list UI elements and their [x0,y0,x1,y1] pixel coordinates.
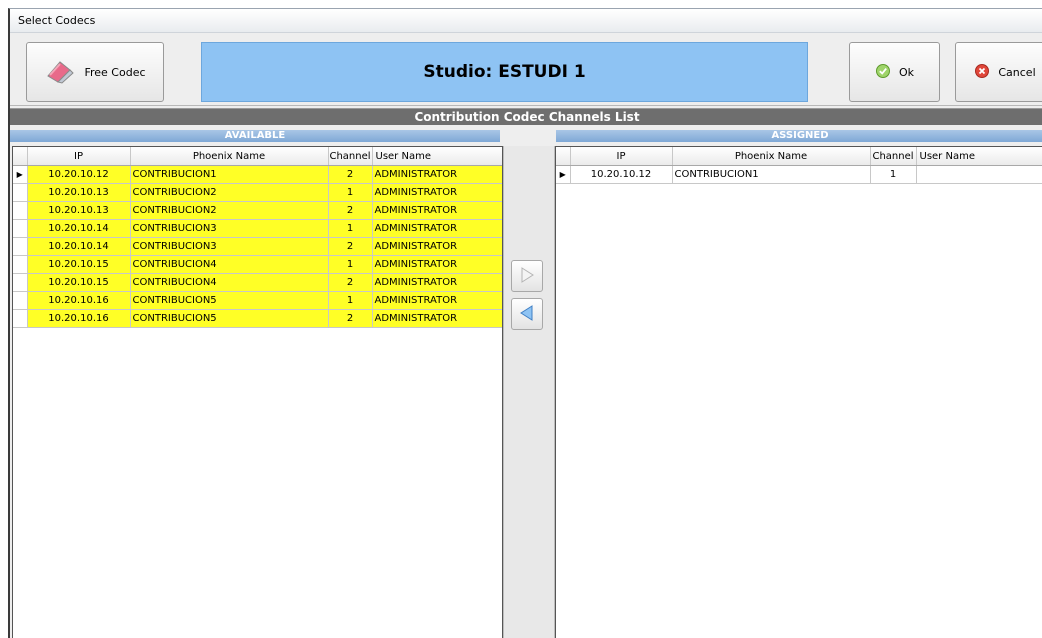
cell-user-name: ADMINISTRATOR [372,183,502,202]
cell-channel: 1 [328,255,373,274]
toolbar: Free Codec Studio: ESTUDI 1 Ok Cancel [10,33,1042,103]
cell-channel: 1 [328,219,373,238]
cell-phoenix-name: CONTRIBUCION5 [130,309,329,328]
column-header-user-name[interactable]: User Name [916,147,1042,166]
cell-phoenix-name: CONTRIBUCION2 [130,201,329,220]
free-codec-label: Free Codec [84,65,146,79]
studio-title: Studio: ESTUDI 1 [201,42,808,102]
row-pointer-icon: ▶ [13,165,28,184]
cell-channel: 2 [328,201,373,220]
cell-channel: 1 [328,183,373,202]
cell-phoenix-name: CONTRIBUCION1 [130,165,329,184]
row-selector-header [13,147,28,166]
cell-ip: 10.20.10.12 [27,165,131,184]
cancel-button[interactable]: Cancel [955,42,1042,102]
table-row[interactable]: 10.20.10.14 CONTRIBUCION3 1 ADMINISTRATO… [13,219,502,238]
assigned-header: ASSIGNED [556,130,1042,142]
row-selector [13,273,28,292]
channels-list-title: Contribution Codec Channels List [10,108,1042,125]
cell-ip: 10.20.10.15 [27,255,131,274]
table-row[interactable]: 10.20.10.15 CONTRIBUCION4 2 ADMINISTRATO… [13,273,502,292]
column-header-phoenix-name[interactable]: Phoenix Name [130,147,329,166]
cell-channel: 2 [328,273,373,292]
cell-ip: 10.20.10.13 [27,201,131,220]
free-codec-button[interactable]: Free Codec [26,42,164,102]
row-pointer-icon: ▶ [556,165,571,184]
cell-phoenix-name: CONTRIBUCION1 [672,165,871,184]
ok-label: Ok [898,65,915,79]
table-row[interactable]: 10.20.10.13 CONTRIBUCION2 2 ADMINISTRATO… [13,201,502,220]
cell-channel: 2 [328,309,373,328]
row-selector [13,291,28,310]
row-selector-header [556,147,571,166]
row-selector [13,183,28,202]
cell-phoenix-name: CONTRIBUCION3 [130,237,329,256]
cell-ip: 10.20.10.16 [27,291,131,310]
column-header-ip[interactable]: IP [27,147,131,166]
table-row[interactable]: 10.20.10.16 CONTRIBUCION5 2 ADMINISTRATO… [13,309,502,328]
table-row[interactable]: ▶ 10.20.10.12 CONTRIBUCION1 1 [556,165,1042,184]
available-header: AVAILABLE [10,130,500,142]
cell-channel: 2 [328,165,373,184]
cell-phoenix-name: CONTRIBUCION3 [130,219,329,238]
check-circle-icon [875,63,891,82]
ok-button[interactable]: Ok [849,42,940,102]
cell-phoenix-name: CONTRIBUCION4 [130,255,329,274]
window-title: Select Codecs [10,9,1042,33]
cell-ip: 10.20.10.16 [27,309,131,328]
cell-channel: 2 [328,237,373,256]
row-selector [13,201,28,220]
x-circle-icon [974,63,990,82]
column-header-user-name[interactable]: User Name [372,147,502,166]
arrow-right-icon [518,266,536,287]
column-header-channel[interactable]: Channel [328,147,373,166]
column-header-channel[interactable]: Channel [870,147,917,166]
cell-user-name: ADMINISTRATOR [372,291,502,310]
cell-user-name [916,165,1042,184]
cell-user-name: ADMINISTRATOR [372,237,502,256]
cell-phoenix-name: CONTRIBUCION5 [130,291,329,310]
cell-ip: 10.20.10.13 [27,183,131,202]
cell-user-name: ADMINISTRATOR [372,219,502,238]
row-selector [13,309,28,328]
cell-channel: 1 [870,165,917,184]
cell-ip: 10.20.10.15 [27,273,131,292]
cell-ip: 10.20.10.14 [27,237,131,256]
eraser-icon [44,58,76,87]
cell-ip: 10.20.10.12 [570,165,673,184]
column-header-ip[interactable]: IP [570,147,673,166]
toolbar-divider [10,105,1042,106]
move-right-button[interactable] [511,260,543,292]
cell-user-name: ADMINISTRATOR [372,201,502,220]
cell-channel: 1 [328,291,373,310]
cell-user-name: ADMINISTRATOR [372,273,502,292]
assigned-grid[interactable]: IP Phoenix Name Channel User Name ▶ 10.2… [555,146,1042,638]
cell-phoenix-name: CONTRIBUCION4 [130,273,329,292]
table-row[interactable]: ▶ 10.20.10.12 CONTRIBUCION1 2 ADMINISTRA… [13,165,502,184]
cell-user-name: ADMINISTRATOR [372,255,502,274]
move-left-button[interactable] [511,298,543,330]
cell-ip: 10.20.10.14 [27,219,131,238]
cell-phoenix-name: CONTRIBUCION2 [130,183,329,202]
table-row[interactable]: 10.20.10.16 CONTRIBUCION5 1 ADMINISTRATO… [13,291,502,310]
row-selector [13,255,28,274]
table-row[interactable]: 10.20.10.13 CONTRIBUCION2 1 ADMINISTRATO… [13,183,502,202]
table-row[interactable]: 10.20.10.14 CONTRIBUCION3 2 ADMINISTRATO… [13,237,502,256]
arrow-left-icon [518,304,536,325]
row-selector [13,219,28,238]
select-codecs-window: Select Codecs Free Codec Studio: ESTUDI … [8,8,1042,638]
transfer-controls [503,146,555,638]
row-selector [13,237,28,256]
cancel-label: Cancel [998,65,1036,79]
column-header-phoenix-name[interactable]: Phoenix Name [672,147,871,166]
cell-user-name: ADMINISTRATOR [372,165,502,184]
available-grid[interactable]: IP Phoenix Name Channel User Name ▶ 10.2… [12,146,503,638]
cell-user-name: ADMINISTRATOR [372,309,502,328]
table-row[interactable]: 10.20.10.15 CONTRIBUCION4 1 ADMINISTRATO… [13,255,502,274]
